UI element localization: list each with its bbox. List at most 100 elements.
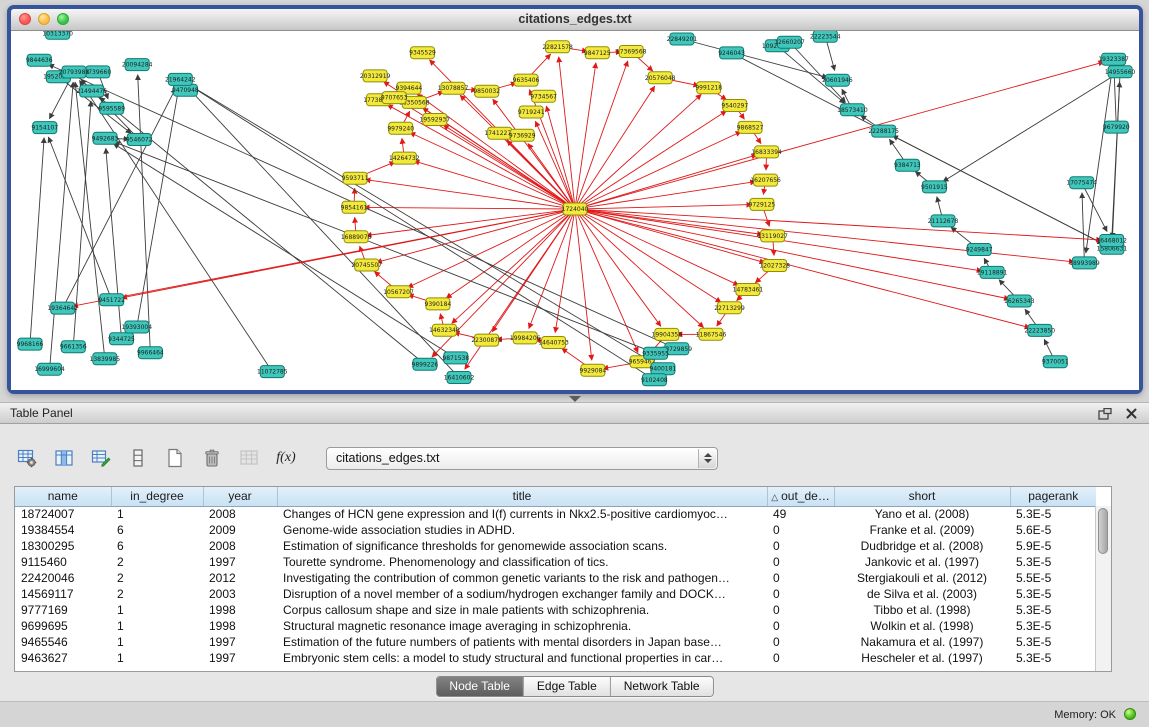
cell-short[interactable]: Wolkin et al. (1998) (834, 618, 1010, 634)
graph-node[interactable]: 16265343 (1004, 295, 1035, 307)
function-builder-button[interactable]: f(x) (273, 446, 299, 470)
graph-node[interactable]: 9451722 (98, 294, 125, 306)
import-table-button[interactable] (236, 446, 262, 470)
graph-edge[interactable] (717, 313, 726, 326)
cell-year[interactable]: 1997 (203, 650, 277, 666)
graph-node[interactable]: 9661356 (60, 341, 87, 353)
close-window-button[interactable] (19, 13, 31, 25)
graph-node[interactable]: 17369568 (616, 46, 647, 58)
cell-short[interactable]: Stergiakouli et al. (2012) (834, 570, 1010, 586)
graph-node[interactable]: 9470948 (172, 84, 199, 96)
cell-name[interactable]: 9463627 (15, 650, 111, 666)
column-header-name[interactable]: name (15, 487, 111, 506)
column-header-in_degree[interactable]: in_degree (111, 487, 203, 506)
cell-short[interactable]: Dudbridge et al. (2008) (834, 538, 1010, 554)
graph-node[interactable]: 20745507 (351, 259, 382, 271)
vertical-scrollbar[interactable] (1095, 506, 1111, 671)
graph-edge[interactable] (581, 182, 756, 209)
cell-out_degree[interactable]: 0 (767, 618, 834, 634)
graph-edge[interactable] (580, 111, 726, 206)
graph-node[interactable]: 9854161 (341, 201, 368, 213)
graph-node[interactable]: 19323387 (1098, 53, 1129, 65)
cell-pagerank[interactable]: 5.3E-5 (1010, 618, 1096, 634)
cell-pagerank[interactable]: 5.6E-5 (1010, 522, 1096, 538)
cell-in_degree[interactable]: 2 (111, 570, 203, 586)
graph-edge[interactable] (1044, 339, 1052, 356)
graph-node[interactable]: 18993989 (1069, 257, 1100, 269)
graph-node[interactable]: 14632348 (429, 324, 460, 336)
cell-title[interactable]: Tourette syndrome. Phenomenology and cla… (277, 554, 767, 570)
graph-edge[interactable] (355, 217, 356, 231)
graph-node[interactable]: 19393004 (122, 321, 153, 333)
cell-year[interactable]: 2009 (203, 522, 277, 538)
cell-title[interactable]: Genome-wide association studies in ADHD. (277, 522, 767, 538)
tab-network-table[interactable]: Network Table (610, 677, 713, 696)
graph-edge[interactable] (581, 205, 752, 209)
cell-in_degree[interactable]: 6 (111, 538, 203, 554)
graph-edge[interactable] (1084, 188, 1107, 232)
cell-name[interactable]: 22420046 (15, 570, 111, 586)
cell-short[interactable]: Jankovic et al. (1997) (834, 554, 1010, 570)
graph-node[interactable]: 19118891 (977, 266, 1008, 278)
graph-node[interactable]: 1724040 (562, 203, 589, 215)
graph-node[interactable]: 21112678 (928, 215, 959, 227)
graph-edge[interactable] (360, 246, 365, 259)
tab-edge-table[interactable]: Edge Table (523, 677, 610, 696)
graph-node[interactable]: 9593711 (342, 172, 369, 184)
graph-node[interactable]: 12660207 (774, 36, 805, 48)
column-header-title[interactable]: title (277, 487, 767, 506)
cell-year[interactable]: 2012 (203, 570, 277, 586)
graph-edge[interactable] (937, 197, 942, 216)
graph-node[interactable]: 9847125 (584, 47, 611, 59)
cell-in_degree[interactable]: 2 (111, 554, 203, 570)
graph-edge[interactable] (579, 214, 661, 326)
graph-node[interactable]: 9540297 (721, 100, 748, 112)
graph-node[interactable]: 16468012 (1096, 235, 1127, 247)
graph-edge[interactable] (581, 155, 757, 208)
graph-edge[interactable] (1025, 309, 1036, 325)
cell-name[interactable]: 9699695 (15, 618, 111, 634)
graph-edge[interactable] (580, 132, 741, 207)
minimize-window-button[interactable] (38, 13, 50, 25)
graph-edge[interactable] (943, 75, 1115, 182)
graph-edge[interactable] (417, 94, 570, 206)
column-header-out_degree[interactable]: △out_de… (767, 487, 834, 506)
cell-out_degree[interactable]: 0 (767, 522, 834, 538)
cell-in_degree[interactable]: 6 (111, 522, 203, 538)
graph-node[interactable]: 9707653 (381, 92, 408, 104)
graph-node[interactable]: 20601946 (822, 74, 853, 86)
cell-in_degree[interactable]: 1 (111, 634, 203, 650)
cell-name[interactable]: 18724007 (15, 506, 111, 522)
graph-node[interactable]: 19364642 (47, 302, 78, 314)
graph-edge[interactable] (365, 180, 569, 209)
graph-edge[interactable] (446, 212, 570, 298)
graph-node[interactable]: 10313370 (42, 31, 73, 39)
cell-title[interactable]: Structural magnetic resonance image aver… (277, 618, 767, 634)
delete-column-button[interactable] (199, 446, 225, 470)
graph-edge[interactable] (138, 75, 150, 347)
cell-year[interactable]: 2008 (203, 506, 277, 522)
graph-node[interactable]: 22288175 (868, 125, 899, 137)
graph-node[interactable]: 9968166 (17, 338, 44, 350)
graph-node[interactable]: 19904358 (652, 328, 683, 340)
graph-node[interactable]: 16999604 (34, 363, 65, 375)
cell-pagerank[interactable]: 5.3E-5 (1010, 634, 1096, 650)
tab-node-table[interactable]: Node Table (436, 677, 523, 696)
graph-node[interactable]: 9850032 (473, 85, 500, 97)
column-header-pagerank[interactable]: pagerank (1010, 487, 1096, 506)
table-row[interactable]: 1872400712008Changes of HCN gene express… (15, 506, 1096, 522)
graph-node[interactable]: 9492683 (92, 132, 119, 144)
table-row[interactable]: 1938455462009Genome-wide association stu… (15, 522, 1096, 538)
cell-pagerank[interactable]: 5.5E-5 (1010, 570, 1096, 586)
new-document-button[interactable] (162, 446, 188, 470)
graph-node[interactable]: 21964242 (165, 73, 196, 85)
cell-in_degree[interactable]: 2 (111, 586, 203, 602)
graph-node[interactable]: 9246043 (718, 47, 745, 59)
graph-node[interactable]: 9102408 (641, 374, 668, 386)
cell-name[interactable]: 9777169 (15, 602, 111, 618)
graph-node[interactable]: 9335955 (642, 347, 669, 359)
graph-edge[interactable] (189, 85, 658, 366)
graph-edge[interactable] (581, 210, 763, 235)
graph-node[interactable]: 17075474 (1066, 177, 1097, 189)
cell-year[interactable]: 1998 (203, 602, 277, 618)
